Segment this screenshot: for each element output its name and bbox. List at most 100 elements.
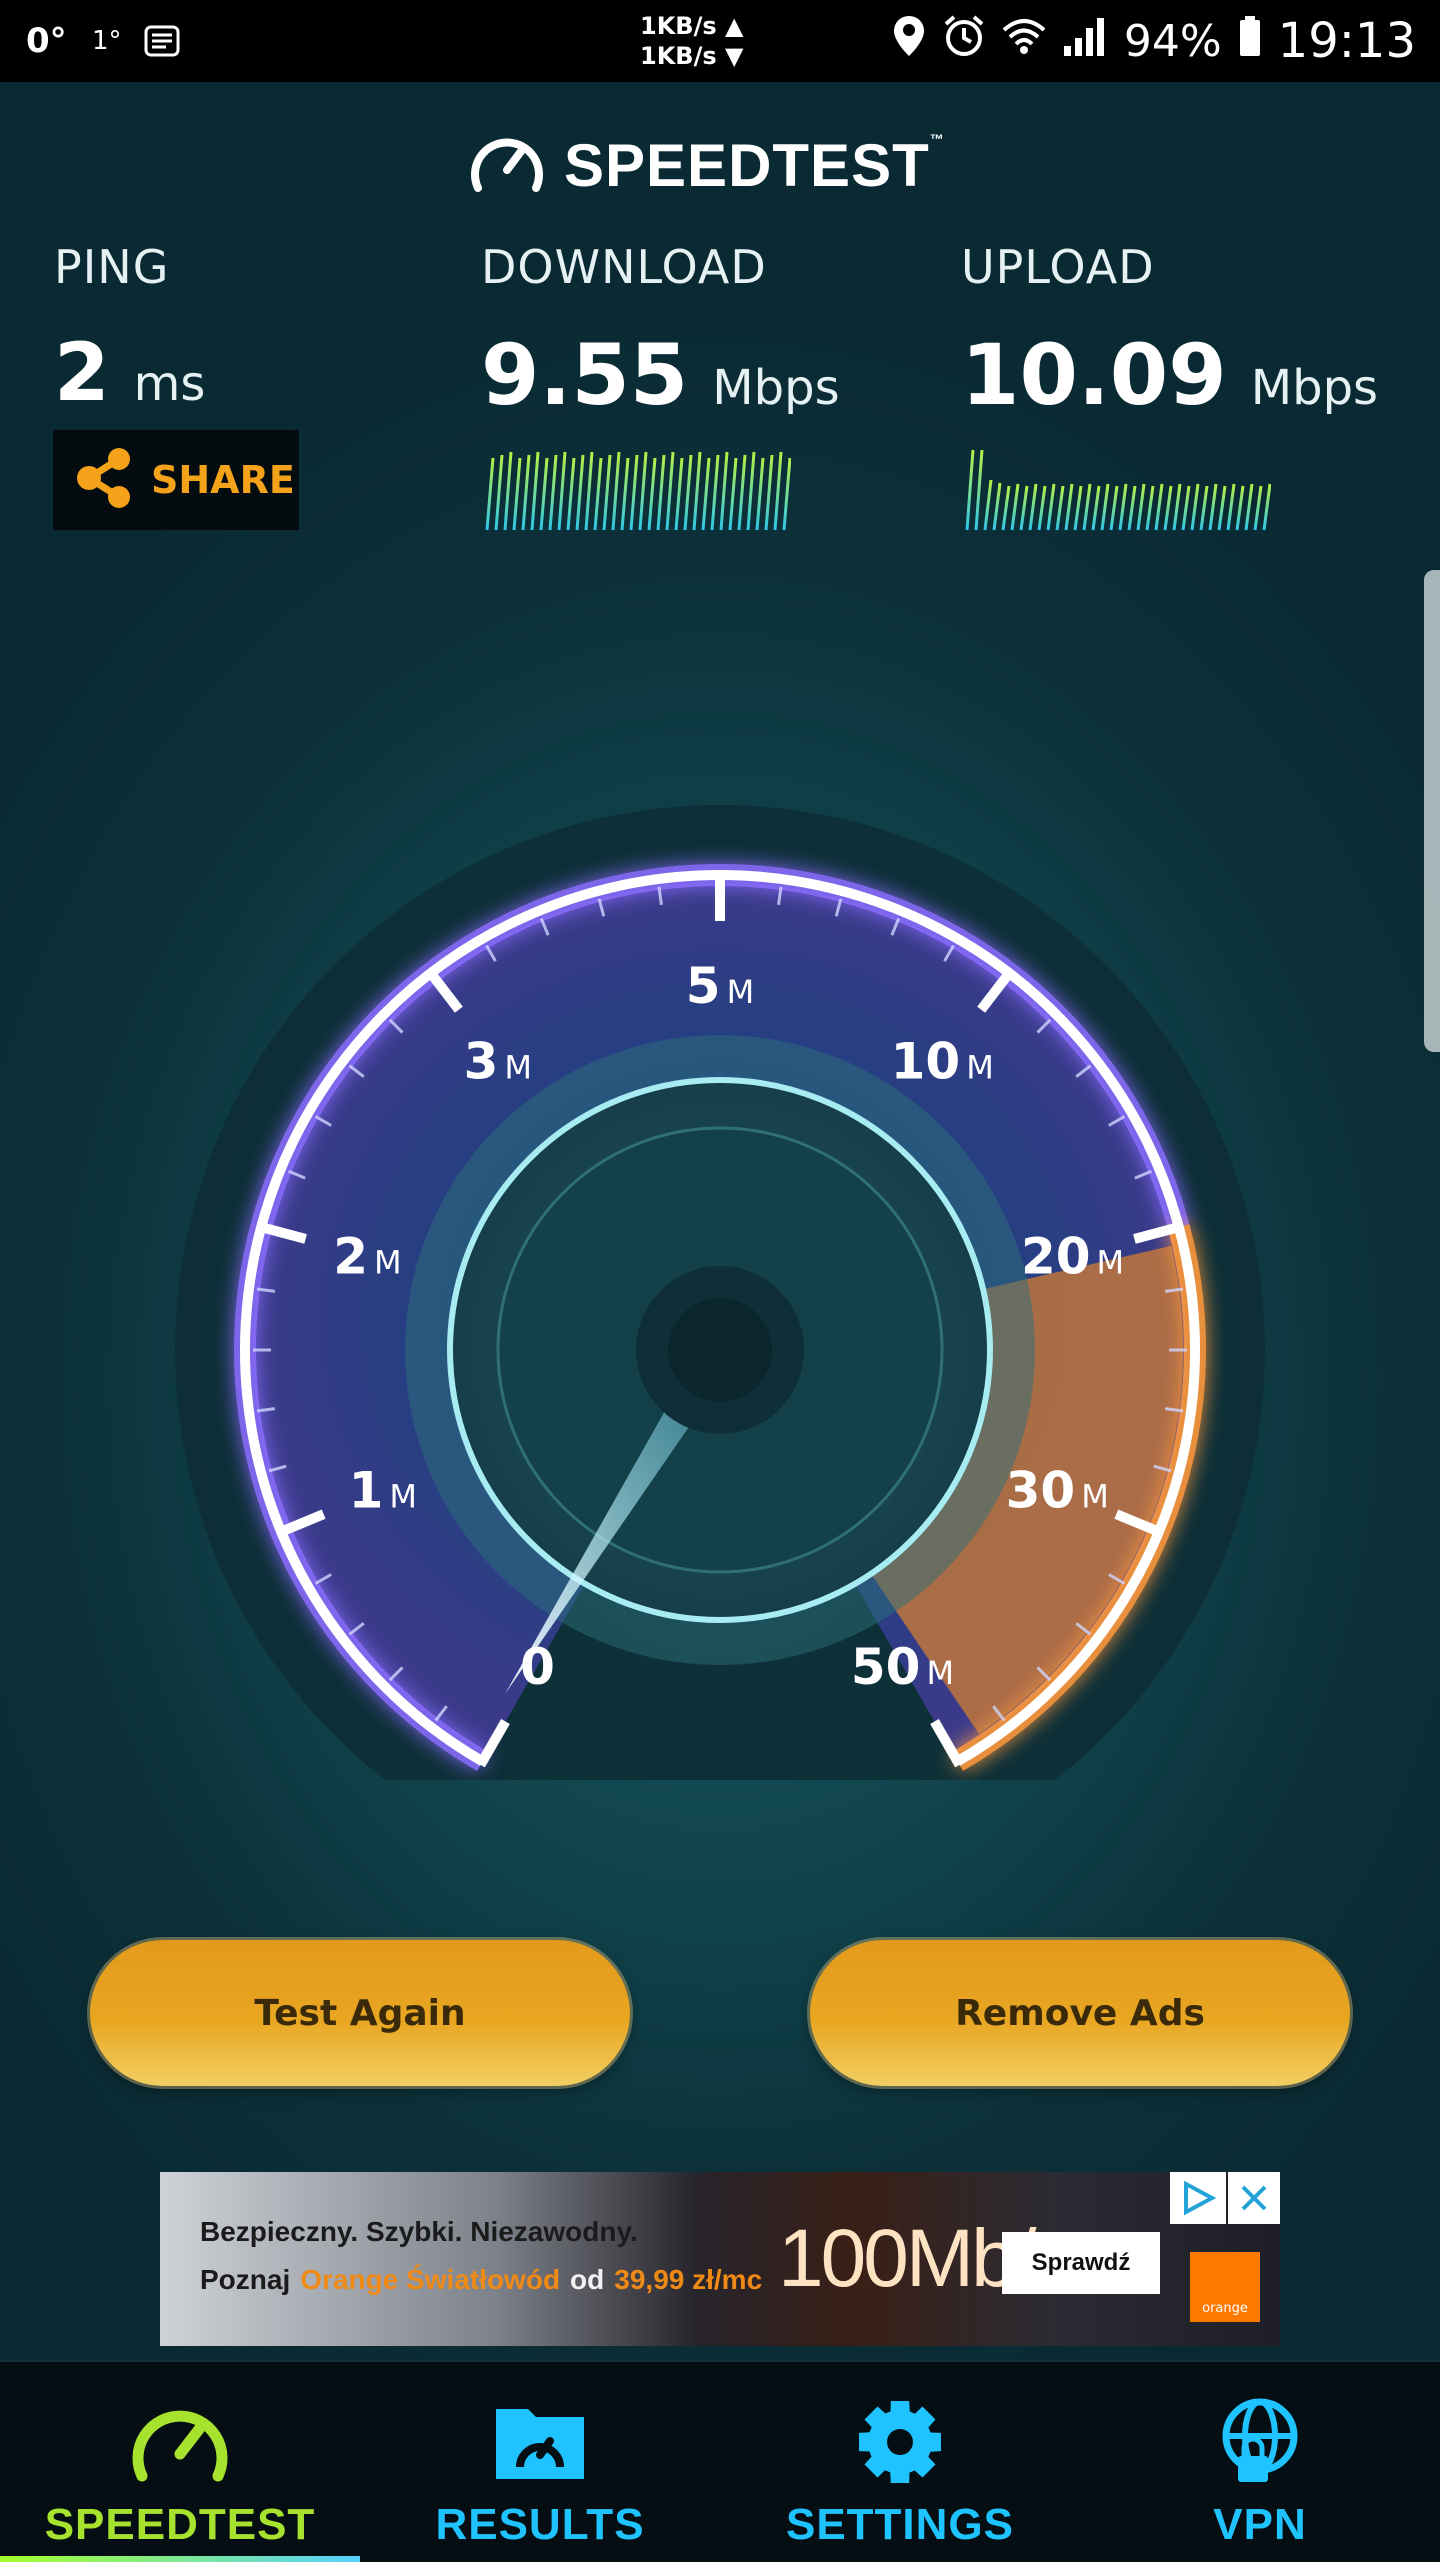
alarm-icon: [942, 14, 986, 69]
graph-bar: [1262, 483, 1271, 531]
ad-line-2: Poznaj Orange Światłowód od 39,99 zł/mc: [200, 2264, 762, 2296]
graph-bar: [629, 454, 639, 531]
ad-line-2-a: Poznaj: [200, 2264, 291, 2295]
graph-bar: [1091, 485, 1101, 531]
ad-choices-icon[interactable]: [1170, 2172, 1226, 2224]
upload-unit: Mbps: [1250, 360, 1379, 416]
logo-text: SPEEDTEST™: [564, 131, 945, 200]
temperature-1: 0°: [26, 21, 67, 61]
graph-bar: [566, 457, 576, 531]
graph-bar: [965, 449, 975, 531]
ad-line-2-c: od: [570, 2264, 605, 2295]
graph-bar: [1172, 483, 1182, 531]
status-right: 94% 19:13: [892, 0, 1416, 82]
battery-percent: 94%: [1123, 15, 1222, 67]
battery-icon: [1238, 14, 1262, 69]
graph-bar: [575, 454, 585, 531]
gauge-hub-center: [668, 1298, 772, 1402]
graph-bar: [602, 454, 612, 531]
nav-speedtest[interactable]: SPEEDTEST: [0, 2362, 360, 2562]
graph-bar: [701, 457, 711, 531]
graph-bar: [512, 457, 522, 531]
graph-bar: [647, 457, 657, 531]
graph-bar: [548, 454, 558, 531]
ad-banner[interactable]: Bezpieczny. Szybki. Niezawodny. Poznaj O…: [160, 2172, 1280, 2346]
speed-gauge: 01 M2 M3 M5 M10 M20 M30 M50 M: [175, 805, 1265, 1780]
download-value: 9.55 Mbps: [481, 326, 840, 424]
share-button[interactable]: SHARE: [53, 430, 299, 530]
graph-bar: [719, 451, 729, 531]
graph-bar: [1037, 485, 1047, 531]
nav-results-label: RESULTS: [435, 2500, 645, 2549]
graph-bar: [1100, 483, 1110, 531]
gear-hole: [887, 2429, 913, 2455]
signal-icon: [1062, 14, 1108, 69]
nav-settings[interactable]: SETTINGS: [720, 2362, 1080, 2562]
graph-bar: [1136, 483, 1146, 531]
graph-bar: [773, 451, 783, 531]
graph-bar: [1064, 483, 1074, 531]
graph-bar: [782, 457, 791, 531]
nav-results[interactable]: RESULTS: [360, 2362, 720, 2562]
notification-icon: [142, 0, 182, 82]
graph-bar: [1118, 483, 1128, 531]
nav-active-indicator: [0, 2556, 360, 2562]
upload-value: 10.09 Mbps: [961, 326, 1378, 424]
bottom-navigation: SPEEDTEST RESULTS SETTINGS VPN: [0, 2360, 1440, 2562]
graph-bar: [1028, 483, 1038, 531]
nav-vpn[interactable]: VPN: [1080, 2362, 1440, 2562]
share-label: SHARE: [151, 458, 295, 502]
graph-bar: [710, 454, 720, 531]
graph-bar: [530, 451, 540, 531]
graph-bar: [539, 457, 549, 531]
graph-bar: [1109, 485, 1119, 531]
graph-bar: [1181, 485, 1191, 531]
upload-graph: [965, 449, 1271, 531]
nav-settings-label: SETTINGS: [785, 2500, 1015, 2549]
graph-bar: [1253, 485, 1263, 531]
download-number: 9.55: [481, 326, 689, 424]
graph-bar: [1145, 485, 1155, 531]
graph-bar: [1073, 485, 1083, 531]
ping-value: 2 ms: [54, 326, 205, 419]
location-icon: [892, 14, 926, 69]
graph-bar: [1217, 485, 1227, 531]
test-again-button[interactable]: Test Again: [90, 1940, 630, 2086]
ad-line-2-d: 39,99 zł/mc: [614, 2264, 763, 2295]
ad-line-2-b: Orange Światłowód: [300, 2264, 561, 2295]
wifi-icon: [1002, 16, 1046, 67]
graph-bar: [1055, 485, 1065, 531]
graph-bar: [620, 457, 630, 531]
graph-bar: [1127, 485, 1137, 531]
graph-bar: [494, 454, 504, 531]
graph-bar: [557, 451, 567, 531]
graph-bar: [1019, 485, 1029, 531]
download-label: DOWNLOAD: [481, 240, 767, 294]
graph-bar: [974, 449, 984, 531]
net-up: 1KB/s ▲: [640, 12, 744, 40]
graph-bar: [1235, 485, 1245, 531]
speedometer-logo-icon: [468, 130, 546, 200]
ad-close-icon[interactable]: [1228, 2172, 1280, 2224]
graph-bar: [1190, 483, 1200, 531]
gauge-tick-label: 0: [520, 1638, 555, 1696]
download-unit: Mbps: [712, 360, 840, 416]
globe-lock-icon: [1214, 2392, 1306, 2492]
net-down: 1KB/s ▼: [640, 42, 744, 70]
folder-icon: [490, 2392, 590, 2492]
graph-bar: [485, 457, 495, 531]
ad-cta-button[interactable]: Sprawdź: [1002, 2232, 1160, 2294]
graph-bar: [611, 451, 621, 531]
ping-number: 2: [54, 326, 110, 419]
graph-bar: [764, 454, 774, 531]
graph-bar: [638, 451, 648, 531]
graph-bar: [1154, 483, 1164, 531]
ad-brand-logo: orange: [1190, 2252, 1260, 2322]
remove-ads-button[interactable]: Remove Ads: [810, 1940, 1350, 2086]
graph-bar: [1199, 485, 1209, 531]
graph-bar: [692, 451, 702, 531]
status-bar: 0° 1° 1KB/s ▲ 1KB/s ▼ 94% 19:13: [0, 0, 1440, 82]
nav-vpn-label: VPN: [1213, 2500, 1307, 2549]
graph-bar: [1208, 483, 1218, 531]
share-icon: [75, 447, 133, 513]
